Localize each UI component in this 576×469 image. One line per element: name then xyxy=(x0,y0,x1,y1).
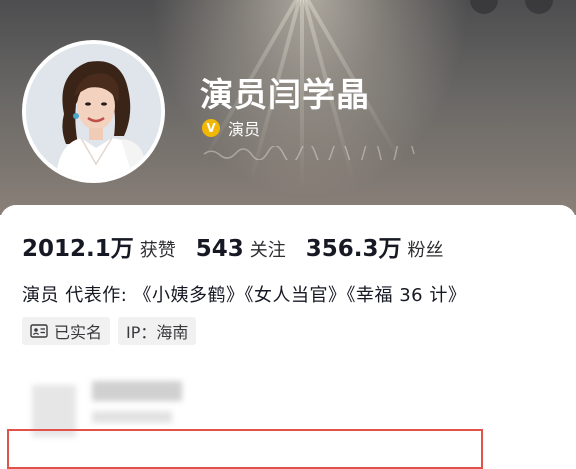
followers-label[interactable]: 粉丝 xyxy=(408,236,444,262)
header-action-button[interactable] xyxy=(470,0,498,14)
verified-label: 演员 xyxy=(228,120,261,139)
avatar-portrait-image xyxy=(26,44,161,179)
highlight-box xyxy=(7,429,483,469)
faded-signature-watermark xyxy=(203,146,415,160)
verified-badge-icon: V xyxy=(202,119,220,137)
followers-count[interactable]: 356.3万 xyxy=(306,229,402,263)
real-name-tag: 已实名 xyxy=(22,317,111,345)
profile-name: 演员闫学晶 xyxy=(200,75,370,114)
header-more-button[interactable] xyxy=(525,0,553,14)
avatar[interactable] xyxy=(22,40,165,183)
verified-row: V 演员 xyxy=(202,116,260,140)
profile-tags: 已实名 IP：海南 xyxy=(22,317,204,345)
ip-location-label: IP：海南 xyxy=(126,323,189,342)
following-count[interactable]: 543 xyxy=(196,236,244,262)
ip-location-tag: IP：海南 xyxy=(118,317,197,345)
profile-bio: 演员 代表作: 《小姨多鹤》《女人当官》《幸福 36 计》 xyxy=(22,285,467,306)
following-label[interactable]: 关注 xyxy=(250,236,286,262)
id-card-icon xyxy=(30,324,48,338)
profile-card: 2012.1万 获赞 543 关注 356.3万 粉丝 演员 代表作: 《小姨多… xyxy=(0,205,576,469)
stats-row: 2012.1万 获赞 543 关注 356.3万 粉丝 xyxy=(22,229,464,263)
redacted-text xyxy=(92,411,172,423)
profile-header: 演员闫学晶 V 演员 xyxy=(0,0,576,215)
real-name-label: 已实名 xyxy=(54,323,103,342)
redacted-text xyxy=(92,381,182,401)
likes-count: 2012.1万 xyxy=(22,236,134,262)
likes-label: 获赞 xyxy=(139,240,176,261)
